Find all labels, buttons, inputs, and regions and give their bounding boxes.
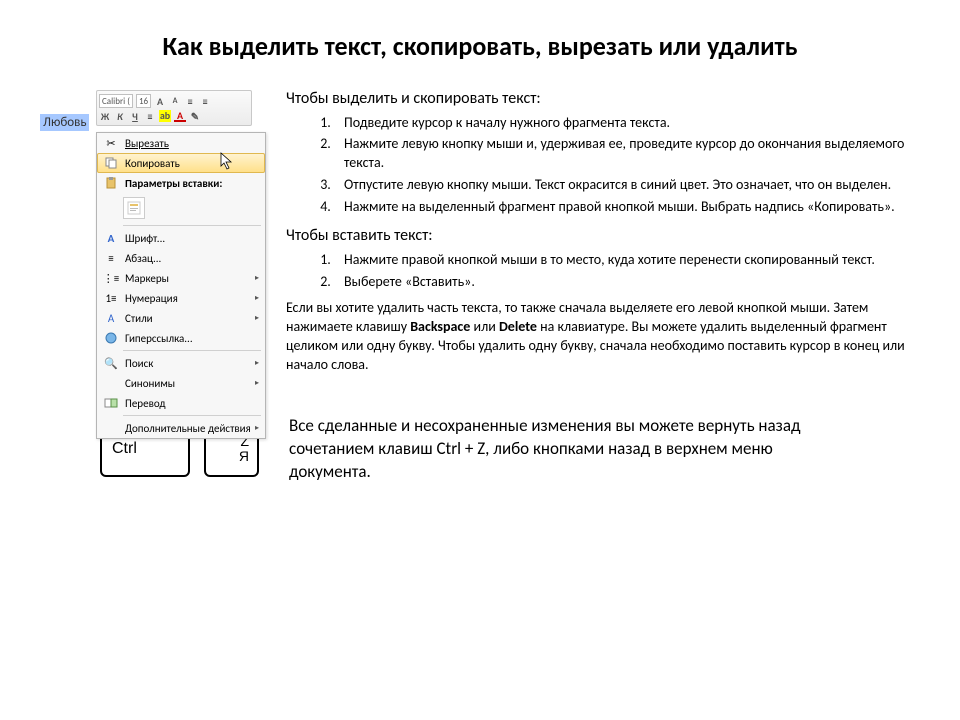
menu-translate[interactable]: Перевод [97,393,265,413]
menu-styles-label: Стили [125,312,153,325]
word-context-menu-screenshot: Любовь Calibri ( 16 A A ≡ ≡ Ж К Ч ≡ ab A [40,90,270,131]
menu-paragraph-label: Абзац... [125,252,161,265]
paste-option-buttons [97,193,265,223]
menu-search-label: Поиск [125,357,153,370]
menu-font-label: Шрифт... [125,232,165,245]
italic-button[interactable]: К [114,110,126,122]
menu-more-actions-label: Дополнительные действия [125,422,251,435]
scissors-icon: ✂ [101,137,121,150]
list-item: Подведите курсор к началу нужного фрагме… [334,114,920,133]
mini-formatting-toolbar: Calibri ( 16 A A ≡ ≡ Ж К Ч ≡ ab A ✎ [96,90,252,126]
menu-copy[interactable]: Копировать [97,153,265,173]
list-item: Нажмите левую кнопку мыши и, удерживая е… [334,135,920,173]
font-icon: A [101,232,121,245]
instructions-column: Чтобы выделить и скопировать текст: Подв… [286,82,920,375]
menu-styles[interactable]: A Стили ▸ [97,308,265,328]
menu-cut[interactable]: ✂ Вырезать [97,133,265,153]
context-menu: ✂ Вырезать Копировать Параметры вставки: [96,132,266,439]
search-icon: 🔍 [101,357,121,370]
chevron-right-icon: ▸ [255,313,259,323]
paste-steps-list: Нажмите правой кнопкой мыши в то место, … [286,251,920,292]
menu-synonyms-label: Синонимы [125,377,175,390]
chevron-right-icon: ▸ [255,273,259,283]
chevron-right-icon: ▸ [255,423,259,433]
menu-font[interactable]: A Шрифт... [97,228,265,248]
styles-icon: A [101,312,121,325]
menu-cut-label: Вырезать [125,137,169,150]
list-item: Нажмите правой кнопкой мыши в то место, … [334,251,920,270]
copy-icon [101,156,121,170]
menu-bullets[interactable]: ⋮≡ Маркеры ▸ [97,268,265,288]
paragraph-icon: ≡ [101,252,121,265]
numbering-icon: 1≡ [101,292,121,305]
format-painter-icon[interactable]: ✎ [189,110,201,122]
menu-numbering-label: Нумерация [125,292,178,305]
menu-paragraph[interactable]: ≡ Абзац... [97,248,265,268]
font-color-button[interactable]: A [174,110,186,122]
menu-translate-label: Перевод [125,397,165,410]
selected-text-sample: Любовь [40,114,89,131]
list-item: Отпустите левую кнопку мыши. Текст окрас… [334,176,920,195]
menu-more-actions[interactable]: Дополнительные действия ▸ [97,418,265,438]
menu-paste-options-label: Параметры вставки: [125,177,222,190]
menu-hyperlink-label: Гиперссылка... [125,332,193,345]
indent-icon[interactable]: ≡ [184,95,196,107]
word-screenshot-column: Любовь Calibri ( 16 A A ≡ ≡ Ж К Ч ≡ ab A [40,82,270,375]
page-title: Как выделить текст, скопировать, вырезат… [0,0,960,72]
delete-paragraph: Если вы хотите удалить часть текста, то … [286,299,920,375]
bold-button[interactable]: Ж [99,110,111,122]
highlight-button[interactable]: ab [159,110,171,122]
undo-tip-text: Все сделанные и несохраненные изменения … [289,415,829,484]
font-size-dropdown[interactable]: 16 [136,94,151,108]
menu-search[interactable]: 🔍 Поиск ▸ [97,353,265,373]
main-content: Любовь Calibri ( 16 A A ≡ ≡ Ж К Ч ≡ ab A [0,72,960,375]
list-item: Выберете «Вставить». [334,273,920,292]
copy-section-heading: Чтобы выделить и скопировать текст: [286,88,920,110]
hyperlink-icon [101,331,121,345]
align-button[interactable]: ≡ [144,110,156,122]
translate-icon [101,396,121,410]
paste-keep-formatting-icon[interactable] [123,197,145,219]
chevron-right-icon: ▸ [255,293,259,303]
font-name-dropdown[interactable]: Calibri ( [99,94,133,108]
menu-paste-options: Параметры вставки: [97,173,265,193]
menu-bullets-label: Маркеры [125,272,169,285]
z-key-bottom: Я [239,449,249,464]
bullets-icon: ⋮≡ [101,272,121,285]
shrink-font-icon[interactable]: A [169,95,181,107]
menu-hyperlink[interactable]: Гиперссылка... [97,328,265,348]
outdent-icon[interactable]: ≡ [199,95,211,107]
grow-font-icon[interactable]: A [154,95,166,107]
paste-section-heading: Чтобы вставить текст: [286,225,920,247]
chevron-right-icon: ▸ [255,358,259,368]
clipboard-icon [101,176,121,190]
menu-numbering[interactable]: 1≡ Нумерация ▸ [97,288,265,308]
menu-copy-label: Копировать [125,157,180,170]
chevron-right-icon: ▸ [255,378,259,388]
copy-steps-list: Подведите курсор к началу нужного фрагме… [286,114,920,217]
menu-synonyms[interactable]: Синонимы ▸ [97,373,265,393]
mouse-cursor-icon [220,152,234,174]
list-item: Нажмите на выделенный фрагмент правой кн… [334,198,920,217]
underline-button[interactable]: Ч [129,110,141,122]
